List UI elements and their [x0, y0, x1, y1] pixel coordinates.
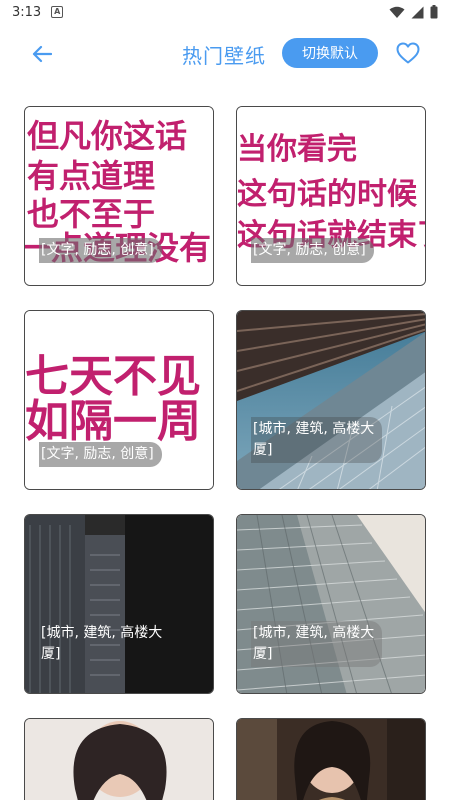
quote-line: 有点道理	[27, 157, 155, 195]
wallpaper-tag-line: 厦]	[41, 646, 61, 662]
wallpaper-tag-line: 厦]	[253, 646, 273, 662]
arrow-left-icon	[32, 45, 52, 63]
quote-line: 如隔一周	[25, 396, 201, 447]
heart-icon	[396, 42, 420, 64]
wallpaper-tag-line: [城市, 建筑, 高楼大	[41, 625, 163, 641]
wallpaper-tag: [文字, 励志, 创意]	[251, 238, 374, 263]
wallpaper-card[interactable]: 当你看完 这句话的时候 这句话就结束了 [文字, 励志, 创意]	[236, 106, 426, 286]
wallpaper-card[interactable]: [城市, 建筑, 高楼大 厦]	[236, 310, 426, 490]
favorite-button[interactable]	[394, 38, 422, 68]
wallpaper-tag-line: 厦]	[253, 442, 273, 458]
wallpaper-card[interactable]: 七天不见 如隔一周 [文字, 励志, 创意]	[24, 310, 214, 490]
wallpaper-card[interactable]: [城市, 建筑, 高楼大 厦]	[236, 514, 426, 694]
wallpaper-tag-line: [城市, 建筑, 高楼大	[253, 421, 375, 437]
wallpaper-image	[25, 515, 213, 693]
wallpaper-image	[237, 311, 425, 489]
wallpaper-image	[237, 719, 425, 800]
page-title: 热门壁纸	[182, 44, 266, 68]
quote-line: 这句话的时候	[237, 177, 418, 212]
signal-icon	[411, 6, 424, 18]
status-indicators	[389, 5, 438, 19]
wallpaper-card[interactable]: [城市, 建筑, 高楼大 厦]	[24, 514, 214, 694]
quote-line: 但凡你这话	[27, 117, 187, 155]
wallpaper-image	[25, 719, 213, 800]
status-bar: 3:13 A	[0, 0, 450, 24]
battery-icon	[430, 5, 438, 19]
wifi-icon	[389, 6, 405, 18]
wallpaper-tag: [城市, 建筑, 高楼大 厦]	[251, 417, 383, 463]
wallpaper-card[interactable]	[236, 718, 426, 800]
wallpaper-tag-line: [城市, 建筑, 高楼大	[253, 625, 375, 641]
wallpaper-card[interactable]	[24, 718, 214, 800]
switch-default-button[interactable]: 切换默认	[282, 38, 378, 68]
app-notification-icon: A	[51, 6, 64, 18]
wallpaper-card[interactable]: 但凡你这话 有点道理 也不至于 一点道理没有 [文字, 励志, 创意]	[24, 106, 214, 286]
wallpaper-tag: [城市, 建筑, 高楼大 厦]	[251, 621, 383, 667]
back-button[interactable]	[26, 38, 58, 70]
wallpaper-tag: [文字, 励志, 创意]	[39, 442, 162, 467]
wallpaper-tag: [文字, 励志, 创意]	[39, 238, 162, 263]
wallpaper-image	[237, 515, 425, 693]
wallpaper-grid: 但凡你这话 有点道理 也不至于 一点道理没有 [文字, 励志, 创意] 当你看完…	[0, 82, 450, 800]
quote-line: 当你看完	[237, 132, 357, 167]
status-time: 3:13	[12, 4, 42, 20]
app-bar: 热门壁纸 切换默认	[0, 24, 450, 82]
quote-line: 七天不见	[25, 351, 201, 402]
quote-line: 也不至于	[27, 195, 155, 233]
wallpaper-tag: [城市, 建筑, 高楼大 厦]	[39, 621, 170, 667]
